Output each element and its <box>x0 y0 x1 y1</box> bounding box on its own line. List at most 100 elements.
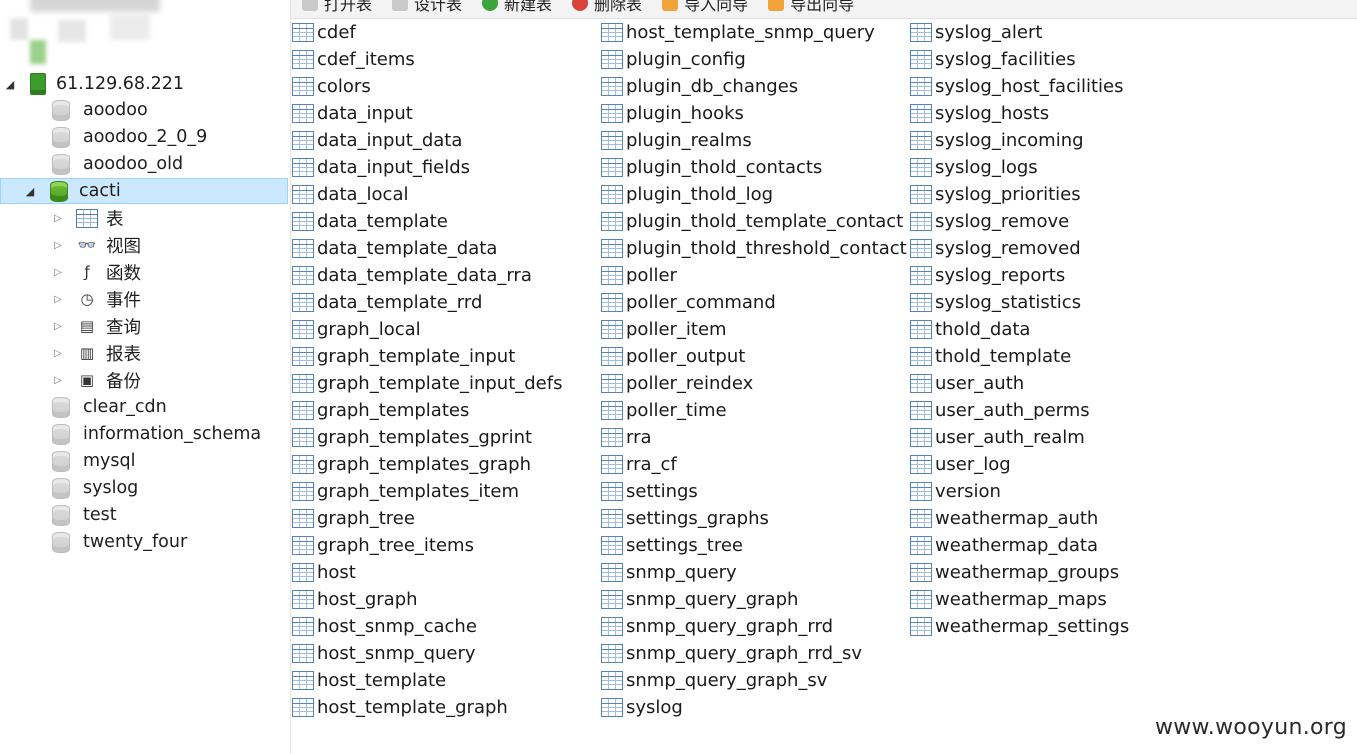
table-item[interactable]: host_snmp_query <box>292 640 600 667</box>
tree-db-test[interactable]: test <box>0 502 340 528</box>
table-item[interactable]: rra_cf <box>601 451 909 478</box>
table-item[interactable]: host_graph <box>292 586 600 613</box>
tree-node-backups[interactable]: ▷ ▣ 备份 <box>0 367 340 393</box>
expand-arrow-icon[interactable]: ◢ <box>24 185 36 198</box>
table-item[interactable]: poller_item <box>601 316 909 343</box>
table-item[interactable]: poller_output <box>601 343 909 370</box>
table-item[interactable]: syslog <box>601 694 909 721</box>
table-item[interactable]: snmp_query_graph_sv <box>601 667 909 694</box>
table-item[interactable]: graph_templates_gprint <box>292 424 600 451</box>
table-item[interactable]: graph_template_input_defs <box>292 370 600 397</box>
table-item[interactable]: plugin_thold_log <box>601 181 909 208</box>
tree-db-clear-cdn[interactable]: clear_cdn <box>0 394 340 420</box>
table-item[interactable]: weathermap_auth <box>910 505 1218 532</box>
table-item[interactable]: data_input <box>292 100 600 127</box>
table-item[interactable]: poller_command <box>601 289 909 316</box>
table-item[interactable]: rra <box>601 424 909 451</box>
table-item[interactable]: syslog_priorities <box>910 181 1218 208</box>
table-item[interactable]: weathermap_groups <box>910 559 1218 586</box>
tree-db-twenty-four[interactable]: twenty_four <box>0 529 340 555</box>
table-item[interactable]: plugin_thold_template_contact <box>601 208 909 235</box>
expand-arrow-icon[interactable]: ▷ <box>52 240 64 251</box>
tree-db-cacti[interactable]: ◢ cacti <box>0 178 288 204</box>
table-item[interactable]: user_auth_perms <box>910 397 1218 424</box>
table-item[interactable]: settings <box>601 478 909 505</box>
table-item[interactable]: host_snmp_cache <box>292 613 600 640</box>
table-item[interactable]: cdef_items <box>292 46 600 73</box>
table-item[interactable]: data_local <box>292 181 600 208</box>
open-table-button[interactable]: 打开表 <box>302 0 372 15</box>
table-item[interactable]: syslog_reports <box>910 262 1218 289</box>
table-item[interactable]: graph_templates <box>292 397 600 424</box>
table-item[interactable]: data_template_data_rra <box>292 262 600 289</box>
tree-node-tables[interactable]: ▷ 表 <box>0 205 340 231</box>
export-wizard-button[interactable]: 导出向导 <box>768 0 854 15</box>
table-item[interactable]: poller_time <box>601 397 909 424</box>
table-item[interactable]: plugin_hooks <box>601 100 909 127</box>
table-item[interactable]: data_template_rrd <box>292 289 600 316</box>
table-item[interactable]: colors <box>292 73 600 100</box>
table-item[interactable]: snmp_query_graph_rrd_sv <box>601 640 909 667</box>
table-item[interactable]: cdef <box>292 19 600 46</box>
tree-node-queries[interactable]: ▷ ▤ 查询 <box>0 313 340 339</box>
tree-db-mysql[interactable]: mysql <box>0 448 340 474</box>
table-item[interactable]: host_template_snmp_query <box>601 19 909 46</box>
tree-db-syslog[interactable]: syslog <box>0 475 340 501</box>
import-wizard-button[interactable]: 导入向导 <box>662 0 748 15</box>
new-table-button[interactable]: 新建表 <box>482 0 552 15</box>
table-item[interactable]: snmp_query_graph <box>601 586 909 613</box>
table-item[interactable]: user_log <box>910 451 1218 478</box>
delete-table-button[interactable]: 删除表 <box>572 0 642 15</box>
table-item[interactable]: graph_templates_graph <box>292 451 600 478</box>
table-item[interactable]: data_input_fields <box>292 154 600 181</box>
table-item[interactable]: plugin_thold_contacts <box>601 154 909 181</box>
expand-arrow-icon[interactable]: ▷ <box>52 294 64 305</box>
tree-db-aoodoo[interactable]: aoodoo <box>0 97 340 123</box>
table-item[interactable]: plugin_thold_threshold_contact <box>601 235 909 262</box>
table-item[interactable]: graph_local <box>292 316 600 343</box>
table-item[interactable]: user_auth <box>910 370 1218 397</box>
tree-node-functions[interactable]: ▷ ƒ 函数 <box>0 259 340 285</box>
tree-node-reports[interactable]: ▷ ▥ 报表 <box>0 340 340 366</box>
table-item[interactable]: host_template <box>292 667 600 694</box>
table-item[interactable]: snmp_query <box>601 559 909 586</box>
table-item[interactable]: graph_templates_item <box>292 478 600 505</box>
table-item[interactable]: weathermap_data <box>910 532 1218 559</box>
table-item[interactable]: version <box>910 478 1218 505</box>
tree-db-aoodoo-old[interactable]: aoodoo_old <box>0 151 340 177</box>
table-item[interactable]: plugin_config <box>601 46 909 73</box>
table-item[interactable]: data_template <box>292 208 600 235</box>
tree-db-aoodoo-2-0-9[interactable]: aoodoo_2_0_9 <box>0 124 340 150</box>
expand-arrow-icon[interactable]: ▷ <box>52 321 64 332</box>
table-item[interactable]: graph_tree_items <box>292 532 600 559</box>
table-item[interactable]: poller_reindex <box>601 370 909 397</box>
table-item[interactable]: data_input_data <box>292 127 600 154</box>
table-item[interactable]: plugin_realms <box>601 127 909 154</box>
table-item[interactable]: plugin_db_changes <box>601 73 909 100</box>
table-item[interactable]: thold_template <box>910 343 1218 370</box>
table-item[interactable]: syslog_removed <box>910 235 1218 262</box>
table-item[interactable]: graph_tree <box>292 505 600 532</box>
table-item[interactable]: user_auth_realm <box>910 424 1218 451</box>
design-table-button[interactable]: 设计表 <box>392 0 462 15</box>
table-item[interactable]: syslog_incoming <box>910 127 1218 154</box>
table-item[interactable]: thold_data <box>910 316 1218 343</box>
expand-arrow-icon[interactable]: ▷ <box>52 267 64 278</box>
table-item[interactable]: syslog_statistics <box>910 289 1218 316</box>
table-item[interactable]: data_template_data <box>292 235 600 262</box>
table-item[interactable]: syslog_host_facilities <box>910 73 1218 100</box>
tree-connection[interactable]: ◢ 61.129.68.221 <box>0 71 292 97</box>
table-item[interactable]: snmp_query_graph_rrd <box>601 613 909 640</box>
tree-db-information-schema[interactable]: information_schema <box>0 421 340 447</box>
table-item[interactable]: syslog_logs <box>910 154 1218 181</box>
table-item[interactable]: weathermap_maps <box>910 586 1218 613</box>
table-item[interactable]: settings_tree <box>601 532 909 559</box>
table-item[interactable]: syslog_hosts <box>910 100 1218 127</box>
tree-node-views[interactable]: ▷ 👓 视图 <box>0 232 340 258</box>
table-item[interactable]: weathermap_settings <box>910 613 1218 640</box>
table-item[interactable]: host_template_graph <box>292 694 600 721</box>
tree-node-events[interactable]: ▷ ◷ 事件 <box>0 286 340 312</box>
table-item[interactable]: settings_graphs <box>601 505 909 532</box>
table-item[interactable]: syslog_facilities <box>910 46 1218 73</box>
expand-arrow-icon[interactable]: ▷ <box>52 348 64 359</box>
